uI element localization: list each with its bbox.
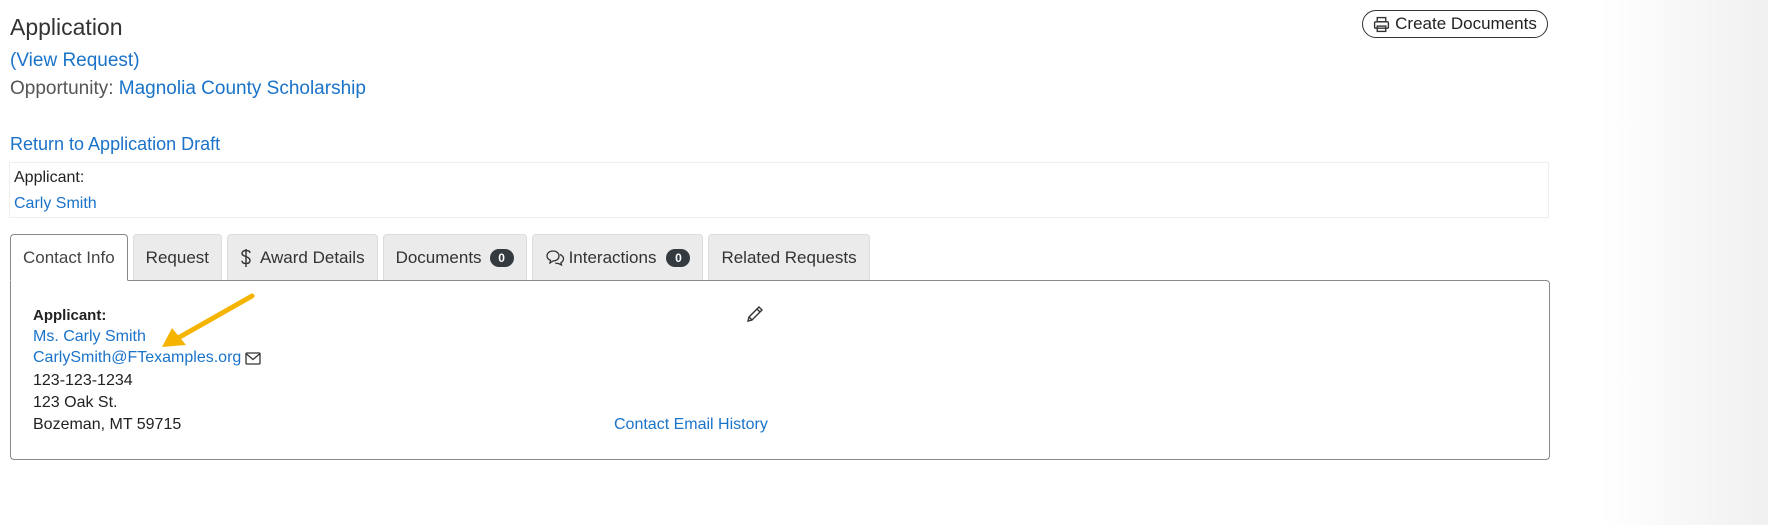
applicant-summary-name-link[interactable]: Carly Smith [14, 195, 97, 213]
create-documents-button[interactable]: Create Documents [1362, 10, 1548, 38]
interactions-count-badge: 0 [666, 248, 691, 267]
documents-count-badge: 0 [489, 248, 514, 267]
applicant-summary-label: Applicant: [14, 169, 85, 186]
envelope-icon[interactable] [245, 351, 261, 365]
contact-phone: 123-123-1234 [33, 372, 133, 389]
contact-street: 123 Oak St. [33, 394, 118, 411]
page-title: Application [10, 14, 123, 40]
tab-documents[interactable]: Documents 0 [382, 234, 527, 280]
tab-related-requests[interactable]: Related Requests [708, 234, 870, 280]
contact-email-history-link[interactable]: Contact Email History [614, 416, 768, 434]
opportunity-link[interactable]: Magnolia County Scholarship [119, 78, 366, 99]
contact-applicant-label: Applicant: [33, 307, 107, 324]
tab-award-details[interactable]: Award Details [227, 234, 378, 280]
right-edge-shade [1600, 0, 1768, 525]
edit-pencil-icon[interactable] [745, 304, 765, 324]
contact-city-state-zip: Bozeman, MT 59715 [33, 416, 182, 433]
tab-label: Contact Info [23, 247, 115, 267]
tab-bar: Contact Info Request Award Details Docum… [10, 234, 870, 281]
dollar-icon [241, 248, 251, 267]
return-to-draft-link[interactable]: Return to Application Draft [10, 134, 220, 155]
tab-interactions[interactable]: Interactions 0 [531, 234, 704, 280]
opportunity-line: Opportunity: Magnolia County Scholarship [10, 78, 366, 100]
applicant-summary: Applicant: Carly Smith [9, 162, 1549, 218]
tab-label: Interactions [568, 247, 657, 267]
tab-label: Documents [395, 247, 482, 267]
printer-icon [1374, 16, 1390, 32]
contact-name-link[interactable]: Ms. Carly Smith [33, 328, 146, 346]
email-row: CarlySmith@FTexamples.org [33, 349, 261, 367]
tab-contact-info[interactable]: Contact Info [10, 234, 128, 281]
tab-label: Related Requests [721, 247, 857, 267]
view-request-link[interactable]: (View Request) [10, 50, 140, 72]
tab-label: Award Details [260, 247, 365, 267]
create-documents-label: Create Documents [1395, 14, 1537, 33]
application-page: Application (View Request) Opportunity: … [0, 0, 1768, 525]
opportunity-label: Opportunity: [10, 78, 114, 99]
tab-request[interactable]: Request [132, 234, 222, 280]
chat-bubbles-icon [545, 249, 564, 266]
tab-label: Request [145, 247, 209, 267]
contact-info-panel: Applicant: Ms. Carly Smith CarlySmith@FT… [10, 280, 1550, 460]
contact-email-link[interactable]: CarlySmith@FTexamples.org [33, 349, 241, 367]
